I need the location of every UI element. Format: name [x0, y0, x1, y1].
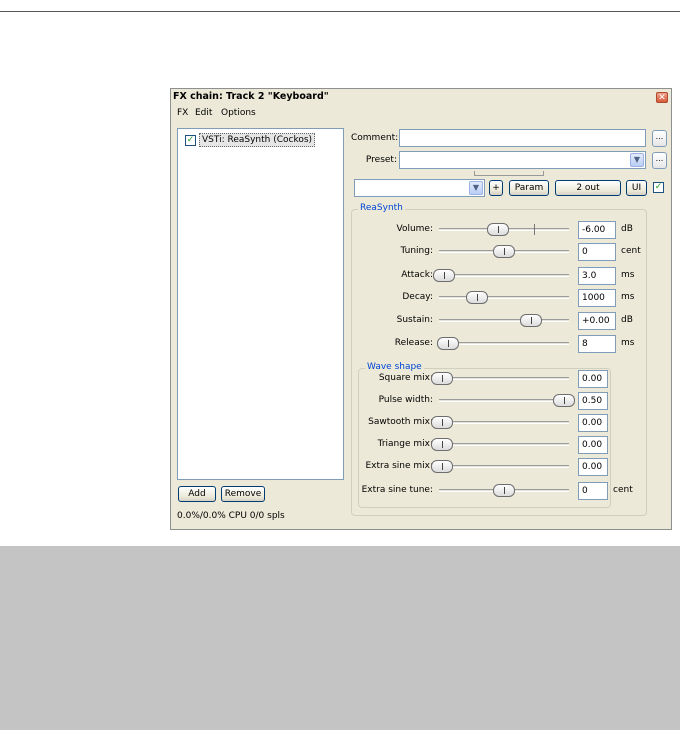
extra-sine-tune-slider-thumb[interactable] [493, 484, 515, 497]
extra-sine-mix-value-field[interactable]: 0.00 [578, 458, 608, 476]
ui-button[interactable]: UI [626, 180, 647, 196]
attack-value-field[interactable]: 3.0 [578, 267, 616, 285]
wave-shape-group-title: Wave shape [365, 362, 424, 372]
attack-slider-thumb[interactable] [433, 269, 455, 282]
square-mix-slider-thumb[interactable] [431, 372, 453, 385]
sawtooth-mix-slider-track[interactable] [439, 421, 569, 424]
fx-bypass-checkbox[interactable]: ✓ [653, 182, 664, 193]
triangle-mix-value-field[interactable]: 0.00 [578, 436, 608, 454]
sustain-value-field[interactable]: +0.00 [578, 312, 616, 330]
preset-dropdown[interactable]: ▼ [399, 151, 646, 169]
release-label: Release: [394, 338, 433, 348]
volume-unit: dB [621, 224, 633, 234]
sustain-unit: dB [621, 315, 633, 325]
tuning-value-field[interactable]: 0 [578, 243, 616, 261]
attack-slider-track[interactable] [439, 274, 569, 277]
title-bar: FX chain: Track 2 "Keyboard" ✕ [171, 89, 671, 105]
preset-label: Preset: [365, 155, 397, 165]
extra-sine-mix-label: Extra sine mix: [365, 461, 433, 471]
sustain-label: Sustain: [396, 315, 433, 325]
add-button[interactable]: Add [178, 486, 216, 502]
decay-slider-thumb[interactable] [466, 291, 488, 304]
outputs-button[interactable]: 2 out [555, 180, 621, 196]
remove-button[interactable]: Remove [221, 486, 265, 502]
decay-slider-track[interactable] [439, 296, 569, 299]
decay-unit: ms [621, 292, 635, 302]
plugin-dropdown[interactable]: ▼ [354, 179, 485, 197]
extra-sine-tune-value-field[interactable]: 0 [578, 482, 608, 500]
fx-list[interactable]: ✓ VSTi: ReaSynth (Cockos) [177, 128, 344, 480]
comment-label: Comment: [351, 133, 399, 143]
page-top-rule [0, 11, 680, 12]
attack-unit: ms [621, 270, 635, 280]
menu-edit[interactable]: Edit [195, 108, 212, 118]
pulse-width-slider-track[interactable] [439, 399, 569, 402]
menu-fx[interactable]: FX [177, 108, 188, 118]
add-preset-button[interactable]: + [489, 180, 503, 196]
param-button[interactable]: Param [509, 180, 549, 196]
page-background-panel [0, 546, 680, 730]
sustain-slider-thumb[interactable] [520, 314, 542, 327]
tuning-unit: cent [621, 246, 641, 256]
decay-value-field[interactable]: 1000 [578, 289, 616, 307]
triangle-mix-slider-track[interactable] [439, 443, 569, 446]
pulse-width-slider-thumb[interactable] [553, 394, 575, 407]
close-icon[interactable]: ✕ [656, 92, 668, 103]
volume-value-field[interactable]: -6.00 [578, 221, 616, 239]
volume-label: Volume: [396, 224, 433, 234]
menu-bar: FX Edit Options [171, 107, 671, 121]
extra-sine-tune-unit: cent [613, 485, 633, 495]
extra-sine-tune-label: Extra sine tune: [361, 485, 433, 495]
comment-input[interactable] [399, 129, 646, 147]
reasynth-group-title: ReaSynth [358, 203, 405, 213]
fx-chain-window: FX chain: Track 2 "Keyboard" ✕ FX Edit O… [170, 88, 672, 530]
release-slider-thumb[interactable] [437, 337, 459, 350]
release-unit: ms [621, 338, 635, 348]
pulse-width-label: Pulse width: [378, 395, 433, 405]
volume-unity-mark [534, 224, 535, 235]
square-mix-slider-track[interactable] [439, 377, 569, 380]
square-mix-value-field[interactable]: 0.00 [578, 370, 608, 388]
preset-browse-button[interactable]: ... [652, 152, 667, 169]
comment-browse-button[interactable]: ... [652, 130, 667, 147]
pulse-width-value-field[interactable]: 0.50 [578, 392, 608, 410]
chevron-down-icon[interactable]: ▼ [469, 181, 483, 195]
tuning-slider-thumb[interactable] [493, 245, 515, 258]
extra-sine-mix-slider-thumb[interactable] [431, 460, 453, 473]
sawtooth-mix-slider-thumb[interactable] [431, 416, 453, 429]
decay-label: Decay: [402, 292, 433, 302]
cpu-status: 0.0%/0.0% CPU 0/0 spls [177, 511, 285, 521]
extra-sine-mix-slider-track[interactable] [439, 465, 569, 468]
window-title: FX chain: Track 2 "Keyboard" [173, 91, 329, 102]
sawtooth-mix-label: Sawtooth mix: [368, 417, 433, 427]
fx-enabled-checkbox[interactable]: ✓ [185, 135, 196, 146]
sustain-slider-track[interactable] [439, 319, 569, 322]
release-value-field[interactable]: 8 [578, 335, 616, 353]
triangle-mix-slider-thumb[interactable] [431, 438, 453, 451]
splitter-handle[interactable] [474, 171, 544, 176]
square-mix-label: Square mix: [378, 373, 433, 383]
fx-item-label: VSTi: ReaSynth (Cockos) [199, 133, 316, 147]
chevron-down-icon[interactable]: ▼ [630, 153, 644, 167]
triangle-mix-label: Triange mix: [377, 439, 433, 449]
attack-label: Attack: [401, 270, 433, 280]
menu-options[interactable]: Options [221, 108, 256, 118]
tuning-label: Tuning: [400, 246, 434, 256]
volume-slider-thumb[interactable] [487, 223, 509, 236]
sawtooth-mix-value-field[interactable]: 0.00 [578, 414, 608, 432]
